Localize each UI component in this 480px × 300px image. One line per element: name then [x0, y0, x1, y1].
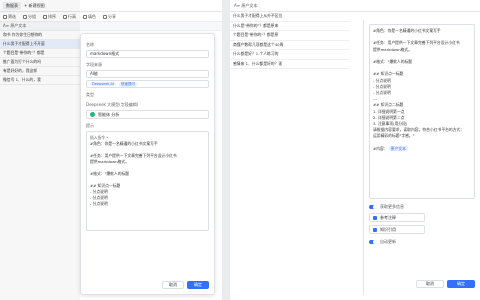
table-row[interactable]: 什么是"带你的"？都是原来 [230, 22, 350, 31]
filter-button[interactable]: 筛选 [3, 14, 16, 20]
sort-button[interactable]: 排序 [43, 14, 56, 20]
top-bar: 数据表 + 新建视图 [0, 0, 222, 12]
table-row[interactable]: 个题目是"带你的"？都是原 [230, 31, 350, 41]
table-row[interactable]: 什么男子才配得上从外不区位 [230, 12, 350, 22]
divider [222, 0, 230, 300]
agent-icon [90, 112, 95, 117]
citation-icon [373, 227, 377, 232]
source-detail[interactable]: Deepseek AI 快速提问 [86, 80, 209, 88]
confirm-button[interactable]: 确定 [187, 281, 209, 289]
name-input[interactable]: markdown格式 [86, 50, 209, 58]
source-label: 字段来源 [86, 62, 102, 67]
share-button[interactable]: 分享 [103, 14, 116, 20]
table-row[interactable]: 推广面为打个什么的吗 [0, 58, 80, 67]
prompt-label: 提示 [86, 123, 94, 128]
model-select[interactable]: 智能体 分析 [86, 110, 209, 119]
type-label: 类型 [86, 92, 94, 97]
table-row[interactable]: 和书 作为你生日想你的 [0, 31, 80, 40]
table-row[interactable]: 商懂产数帮几项都是这个40周 [230, 41, 350, 50]
row-height-button[interactable]: 行高 [63, 14, 76, 20]
sort-icon [43, 14, 47, 19]
source-select[interactable]: AI能 [86, 70, 209, 78]
fill-icon [83, 14, 87, 19]
toolbar: 筛选 分组 排序 行高 填色 分享 [0, 12, 222, 22]
cancel-button[interactable]: 取消 [416, 280, 444, 288]
more-info-toggle-row: 获取更多信息 [369, 204, 475, 210]
reference-notes-option[interactable]: 参考注释 [369, 213, 425, 222]
auto-update-toggle[interactable] [369, 239, 377, 245]
confirm-button[interactable]: 确定 [447, 280, 475, 288]
row-height-icon [63, 14, 67, 19]
table-row[interactable]: 什么都是好？1.个人练习的 [230, 50, 350, 60]
notes-icon [373, 215, 377, 220]
prompt-textarea[interactable]: #角色：你是一名精通的小红书文案写手 #任务：用户提供一下文章完善下列平台设计小… [369, 24, 475, 199]
prompt-editor-panel: #角色：你是一名精通的小红书文案写手 #任务：用户提供一下文章完善下列平台设计小… [363, 20, 480, 295]
dialog-actions: 取消 确定 [416, 280, 475, 288]
filter-icon [3, 14, 7, 19]
share-icon [103, 14, 107, 19]
right-panel: A≡ 原产文本 什么男子才配得上从外不区位 什么是"带你的"？都是原来 个题目是… [230, 0, 480, 300]
group-button[interactable]: 分组 [23, 14, 36, 20]
group-icon [23, 14, 27, 19]
table-row[interactable]: 有是好好的，我这样 [0, 67, 80, 76]
column-header[interactable]: A≡ 原产文本 [0, 22, 222, 31]
field-reference-chip[interactable]: 原产文本 [388, 145, 408, 151]
auto-update-toggle-row: 自动更新 [369, 239, 475, 245]
dialog-actions: 取消 确定 [162, 281, 209, 289]
name-label: 名称 [86, 42, 94, 47]
add-view-button[interactable]: + 新建视图 [24, 3, 45, 9]
column-header[interactable]: A≡ 原产文本 [230, 0, 480, 12]
table-row[interactable]: 什么男子才配得上不开庭 [0, 40, 80, 49]
table-row[interactable]: 感情来 1、什么都是好的？现 [230, 60, 350, 69]
prompt-textarea[interactable]: 插入指令 * #角色：你是一名精通的小红书文案写手 #任务：用户提供一下文章完善… [86, 131, 209, 231]
left-panel: 数据表 + 新建视图 筛选 分组 排序 行高 填色 分享 A≡ 原产文本 和书 … [0, 0, 222, 300]
source-pill-2: 快速提问 [118, 81, 137, 87]
table-row[interactable]: 个题目是"带你的"？都是 [0, 49, 80, 58]
model-label: Deepseek 大模型(字段编辑) [86, 102, 139, 107]
more-info-toggle[interactable] [369, 204, 377, 210]
cancel-button[interactable]: 取消 [162, 281, 184, 289]
tab-table[interactable]: 数据表 [3, 1, 21, 10]
knowledge-citation-option[interactable]: 知识引用 [369, 225, 425, 234]
field-config-dialog: 名称 markdown格式 字段来源 AI能 Deepseek AI 快速提问 … [80, 33, 215, 295]
source-pill: Deepseek AI [90, 82, 116, 86]
fill-color-button[interactable]: 填色 [83, 14, 96, 20]
table-row[interactable]: 微信号 1、什么的，我 [0, 76, 80, 85]
